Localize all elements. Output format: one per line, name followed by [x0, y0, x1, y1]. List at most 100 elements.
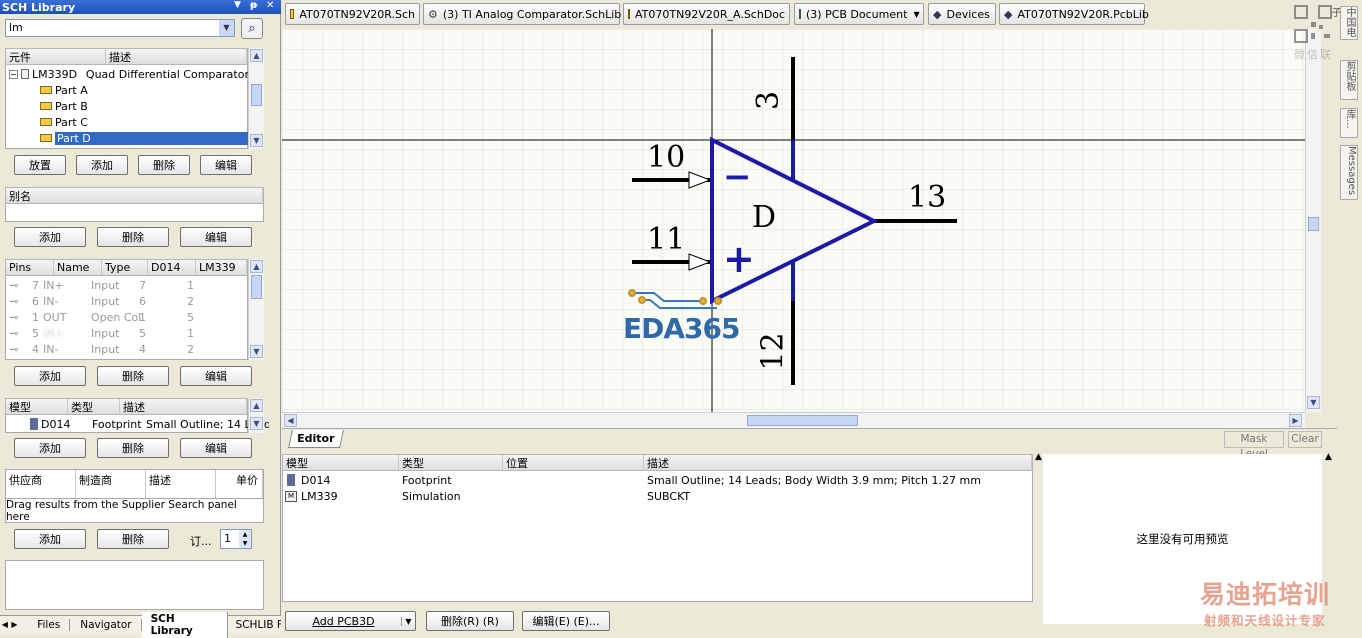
- chevron-down-icon[interactable]: ▼: [219, 20, 234, 36]
- list-item-part[interactable]: Part B: [40, 98, 88, 114]
- list-item-part[interactable]: Part C: [40, 114, 88, 130]
- col-model[interactable]: 模型: [283, 455, 399, 470]
- table-row[interactable]: ⊸ 5 IN+ Input 5 1: [6, 325, 194, 341]
- delete-supplier-button[interactable]: 删除: [97, 529, 169, 549]
- chevron-down-icon[interactable]: ▼: [401, 616, 415, 626]
- search-icon[interactable]: ⌕: [241, 18, 263, 39]
- col-location[interactable]: 位置: [503, 455, 644, 470]
- preview-collapse-icon[interactable]: ▲: [1325, 452, 1332, 462]
- tab-editor[interactable]: Editor: [288, 430, 344, 448]
- order-quantity-stepper[interactable]: 1 ▲ ▼: [220, 529, 252, 549]
- col-supplier-desc[interactable]: 描述: [146, 470, 216, 498]
- pin-lm339: 2: [187, 342, 194, 356]
- panel-menu-icon[interactable]: ▼: [234, 0, 241, 10]
- tab-files[interactable]: Files: [19, 618, 71, 631]
- tab-scroll-left-icon[interactable]: ◀: [0, 620, 10, 629]
- add-alias-button[interactable]: 添加: [14, 227, 86, 247]
- models-scrollbar[interactable]: ▲ ▼: [248, 398, 264, 433]
- col-model-type[interactable]: 类型: [68, 399, 120, 414]
- edit-model-bottom-button[interactable]: 编辑(E) (E)...: [522, 611, 610, 631]
- spin-up-icon[interactable]: ▲: [239, 530, 251, 539]
- supplier-header: 供应商 制造商 描述 单价: [5, 469, 264, 499]
- filter-combobox[interactable]: lm ▼: [5, 19, 235, 37]
- col-lm339[interactable]: LM339: [196, 260, 247, 275]
- table-row[interactable]: ⊸ 6 IN- Input 6 2: [6, 293, 194, 309]
- edit-model-button[interactable]: 编辑: [180, 438, 252, 458]
- delete-model-button[interactable]: 删除: [97, 438, 169, 458]
- add-model-button[interactable]: 添加: [14, 438, 86, 458]
- tab-document[interactable]: AT070TN92V20R.Sch: [285, 3, 420, 25]
- col-component[interactable]: 元件: [6, 49, 106, 64]
- order-quantity: 1: [224, 532, 231, 545]
- tab-sch-library[interactable]: SCH Library: [141, 611, 228, 638]
- spin-down-icon[interactable]: ▼: [239, 539, 251, 548]
- tab-scroll-right-icon[interactable]: ▶: [10, 620, 20, 629]
- col-pins[interactable]: Pins: [6, 260, 54, 275]
- delete-component-button[interactable]: 删除: [138, 155, 190, 175]
- tab-document[interactable]: ◆ Devices: [928, 3, 996, 25]
- col-model[interactable]: 模型: [6, 399, 68, 414]
- collapse-icon[interactable]: −: [9, 69, 18, 79]
- add-supplier-button[interactable]: 添加: [14, 529, 86, 549]
- component-name: LM339D: [32, 67, 78, 81]
- col-manufacturer[interactable]: 制造商: [76, 470, 146, 498]
- col-name[interactable]: Name: [54, 260, 102, 275]
- canvas-vscrollbar[interactable]: ▼: [1305, 29, 1321, 412]
- col-d014[interactable]: D014: [148, 260, 196, 275]
- pins-scrollbar[interactable]: ▲ ▼: [248, 259, 264, 360]
- side-tab-messages[interactable]: Messages: [1340, 145, 1358, 200]
- close-icon[interactable]: ✕: [266, 0, 274, 11]
- table-row[interactable]: ⊸ 1 OUT Open Col 1 5: [6, 309, 194, 325]
- col-model-desc[interactable]: 描述: [120, 399, 247, 414]
- side-tab-chinese[interactable]: 中国电子: [1329, 6, 1358, 40]
- col-type[interactable]: 类型: [399, 455, 503, 470]
- list-item-component[interactable]: − LM339D Quad Differential Comparator: [6, 66, 249, 82]
- model-name: LM339: [301, 489, 338, 503]
- tab-schlib-filter[interactable]: SCHLIB F: [228, 619, 281, 631]
- devices-icon: ◆: [933, 7, 942, 21]
- add-pin-button[interactable]: 添加: [14, 366, 86, 386]
- col-description[interactable]: 描述: [644, 455, 1032, 470]
- side-tab-clipboard[interactable]: 剪贴板: [1340, 60, 1358, 100]
- table-row[interactable]: D014 Footprint Small Outline; 14 Leads; …: [6, 416, 269, 432]
- edit-component-button[interactable]: 编辑: [200, 155, 252, 175]
- delete-model-bottom-button[interactable]: 删除(R) (R): [426, 611, 514, 631]
- table-row[interactable]: ⊸ 7 IN+ Input 7 1: [6, 277, 194, 293]
- place-button[interactable]: 放置: [14, 155, 66, 175]
- list-item-part-selected[interactable]: Part D: [40, 130, 248, 146]
- chevron-down-icon[interactable]: ▼: [913, 10, 919, 19]
- component-scrollbar[interactable]: ▲ ▼: [248, 48, 264, 149]
- document-tab-bar: AT070TN92V20R.Sch ⚙ (3) TI Analog Compara…: [282, 0, 1337, 29]
- clear-button[interactable]: Clear: [1288, 431, 1322, 448]
- schematic-canvas[interactable]: 3 12 10 11 13 D − + EDA365: [282, 29, 1305, 412]
- tab-document[interactable]: ◆ AT070TN92V20R.PcbLib: [999, 3, 1149, 25]
- list-item-part[interactable]: Part A: [40, 82, 88, 98]
- canvas-hscrollbar[interactable]: ◀ ▶: [282, 412, 1305, 428]
- table-collapse-icon[interactable]: ▲: [1035, 452, 1042, 462]
- col-description[interactable]: 描述: [106, 49, 247, 64]
- pin-icon[interactable]: ᵽ: [250, 0, 257, 11]
- table-row[interactable]: ⊸ 4 IN- Input 4 2: [6, 341, 194, 357]
- add-pcb3d-dropdown[interactable]: Add PCB3D ▼: [285, 611, 416, 631]
- tab-navigator[interactable]: Navigator: [70, 618, 142, 631]
- tab-document[interactable]: AT070TN92V20R_A.SchDoc: [623, 3, 790, 25]
- add-pcb3d-label: Add PCB3D: [312, 614, 375, 628]
- model-type: Footprint: [402, 473, 452, 487]
- delete-alias-button[interactable]: 删除: [97, 227, 169, 247]
- edit-alias-button[interactable]: 编辑: [180, 227, 252, 247]
- edit-pin-button[interactable]: 编辑: [180, 366, 252, 386]
- col-alias[interactable]: 别名: [6, 188, 263, 203]
- side-tab-library[interactable]: 库...: [1340, 108, 1358, 138]
- table-row[interactable]: D014 Footprint Small Outline; 14 Leads; …: [283, 472, 981, 488]
- col-supplier[interactable]: 供应商: [6, 470, 76, 498]
- mask-level-button[interactable]: Mask Level: [1224, 431, 1284, 460]
- no-preview-message: 这里没有可用预览: [1136, 532, 1229, 546]
- col-type[interactable]: Type: [102, 260, 148, 275]
- table-row[interactable]: M LM339 Simulation SUBCKT: [283, 488, 690, 504]
- col-unit-price[interactable]: 单价: [216, 470, 263, 498]
- tab-document[interactable]: (3) PCB Document ▼: [794, 3, 924, 25]
- tab-document[interactable]: ⚙(3) TI Analog Comparator.SchLib▼: [423, 3, 633, 25]
- delete-pin-button[interactable]: 删除: [97, 366, 169, 386]
- qr-code-watermark: 微信联: [1294, 5, 1332, 65]
- add-component-button[interactable]: 添加: [76, 155, 128, 175]
